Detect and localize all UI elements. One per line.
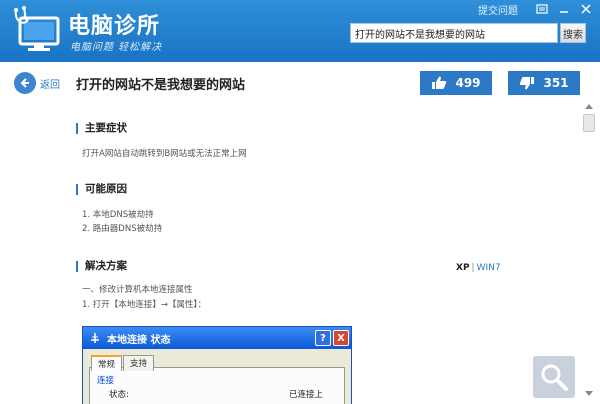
search-box <box>350 23 558 43</box>
back-button[interactable]: 返回 <box>14 72 60 94</box>
dialog-status-row: 状态: 已连接上 <box>109 388 323 400</box>
section-title-solution: 解决方案 <box>76 261 127 272</box>
symptom-text: 打开A网站自动跳转到B网站或无法正常上网 <box>82 149 247 159</box>
downvote-count: 351 <box>543 76 569 90</box>
solution-step: 1. 打开【本地连接】→【属性】： <box>82 300 207 310</box>
dialog-tab-general: 常规 <box>91 355 123 371</box>
dialog-close-icon: X <box>333 330 349 346</box>
os-switch: XP | WIN7 <box>456 263 501 273</box>
search-button[interactable]: 搜索 <box>560 23 586 43</box>
dialog-title: 本地连接 状态 <box>107 334 171 346</box>
computer-stethoscope-logo-icon <box>14 6 60 51</box>
downvote-button[interactable]: 351 <box>508 71 580 95</box>
dialog-tab-support: 支持 <box>123 355 155 371</box>
scrollbar[interactable] <box>582 100 596 400</box>
upvote-count: 499 <box>455 76 481 90</box>
section-title-causes: 可能原因 <box>76 184 127 195</box>
app-slogan: 电脑问题 轻松解决 <box>70 42 163 53</box>
dialog-help-icon: ? <box>315 330 331 346</box>
back-arrow-icon <box>14 72 36 94</box>
dialog-status-label: 状态: <box>109 390 129 400</box>
submit-question-link[interactable]: 提交问题 <box>478 2 518 17</box>
solution-step: 一、修改计算机本地连接属性 <box>82 285 193 295</box>
os-tab-win7[interactable]: WIN7 <box>477 263 501 273</box>
local-connection-status-screenshot: 本地连接 状态 ? X 常规 支持 连接 状态: 已连接上 <box>82 326 352 404</box>
section-title-symptoms: 主要症状 <box>76 123 127 134</box>
magnifier-icon <box>541 364 568 391</box>
page-title: 打开的网站不是我想要的网站 <box>76 78 246 93</box>
dialog-titlebar: 本地连接 状态 <box>83 327 351 349</box>
os-separator: | <box>471 263 475 273</box>
scroll-up-icon[interactable] <box>582 100 596 112</box>
dialog-tabs: 常规 支持 <box>91 355 155 371</box>
cause-item: 1. 本地DNS被劫持 <box>82 210 154 220</box>
upvote-button[interactable]: 499 <box>420 71 492 95</box>
thumbs-up-icon <box>432 76 447 89</box>
dialog-group-connection: 连接 <box>97 376 115 386</box>
search-input[interactable] <box>351 24 557 42</box>
scroll-down-icon[interactable] <box>582 388 596 400</box>
back-label: 返回 <box>40 79 60 91</box>
thumbs-down-icon <box>520 77 535 90</box>
os-tab-xp[interactable]: XP <box>456 263 470 273</box>
app-header: 电脑诊所 电脑问题 轻松解决 提交问题 搜索 <box>0 0 600 62</box>
cause-item: 2. 路由器DNS被劫持 <box>82 224 163 234</box>
settings-menu-icon[interactable] <box>534 3 550 16</box>
close-icon[interactable] <box>578 3 594 16</box>
network-connection-icon <box>91 333 99 343</box>
window-controls: 提交问题 <box>478 2 594 17</box>
zoom-button[interactable] <box>533 356 575 398</box>
app-title: 电脑诊所 <box>68 14 161 39</box>
minimize-icon[interactable] <box>556 3 572 16</box>
dialog-status-value: 已连接上 <box>288 390 323 400</box>
scrollbar-thumb[interactable] <box>583 114 595 132</box>
